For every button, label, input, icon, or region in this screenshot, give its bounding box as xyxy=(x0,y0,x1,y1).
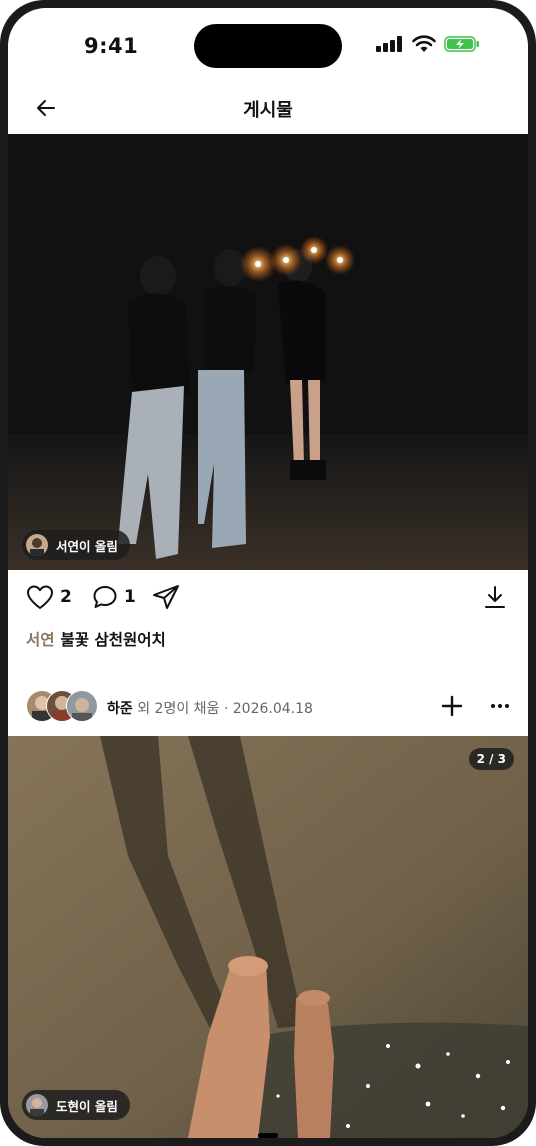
post-photo-beach[interactable]: 2 / 3 도현이 올림 xyxy=(8,736,528,1138)
plus-icon[interactable] xyxy=(440,694,464,718)
uploader-avatar xyxy=(26,534,48,556)
dynamic-island xyxy=(194,24,342,68)
caption-author[interactable]: 서연 xyxy=(26,631,55,649)
download-button[interactable] xyxy=(482,584,508,610)
like-button[interactable]: 2 xyxy=(26,584,72,610)
status-time: 9:41 xyxy=(84,34,139,58)
post-meta-text: 하준 외 2명이 채움 · 2026.04.18 xyxy=(107,698,313,718)
post-caption: 서연 불꽃 삼천원어치 xyxy=(26,628,166,650)
post-meta-row: 하준 외 2명이 채움 · 2026.04.18 xyxy=(8,684,528,728)
uploader-avatar xyxy=(26,1094,48,1116)
status-bar: 9:41 xyxy=(8,8,528,86)
comment-count: 1 xyxy=(124,587,136,607)
comment-button[interactable]: 1 xyxy=(92,584,136,610)
image-counter-badge: 2 / 3 xyxy=(468,748,514,770)
sparklers-photo-image xyxy=(8,134,528,570)
phone-frame: 9:41 게시물 서연이 올림 2 1 서연 불꽃 삼천원어치 하준 외 2명이… xyxy=(0,0,536,1146)
uploader-badge: 서연이 올림 xyxy=(22,530,130,560)
share-button[interactable] xyxy=(152,584,180,610)
wifi-icon xyxy=(412,35,436,52)
caption-text: 불꽃 삼천원어치 xyxy=(60,631,166,649)
uploader-badge: 도현이 올림 xyxy=(22,1090,130,1120)
page-title: 게시물 xyxy=(243,100,293,121)
uploader-label: 서연이 올림 xyxy=(56,538,118,554)
ellipsis-icon[interactable] xyxy=(488,696,512,716)
heart-icon xyxy=(27,585,53,609)
avatar xyxy=(66,690,98,722)
contributor-suffix: 외 2명이 채움 · 2026.04.18 xyxy=(132,701,313,717)
home-indicator xyxy=(258,1133,278,1138)
screen: 9:41 게시물 서연이 올림 2 1 서연 불꽃 삼천원어치 하준 외 2명이… xyxy=(8,8,528,1138)
paper-plane-icon xyxy=(153,585,179,609)
battery-charging-icon xyxy=(444,36,479,52)
beach-photo-image xyxy=(8,736,528,1138)
contributor-name[interactable]: 하준 xyxy=(107,701,133,717)
app-header: 게시물 xyxy=(8,86,528,134)
uploader-label: 도현이 올림 xyxy=(56,1098,118,1114)
cellular-signal-icon xyxy=(376,36,402,52)
like-count: 2 xyxy=(60,587,72,607)
download-icon xyxy=(485,586,505,608)
post-actions: 2 1 xyxy=(8,570,528,626)
contributor-avatars[interactable] xyxy=(26,690,100,722)
speech-bubble-icon xyxy=(93,586,117,608)
post-photo-sparklers[interactable]: 서연이 올림 xyxy=(8,134,528,570)
